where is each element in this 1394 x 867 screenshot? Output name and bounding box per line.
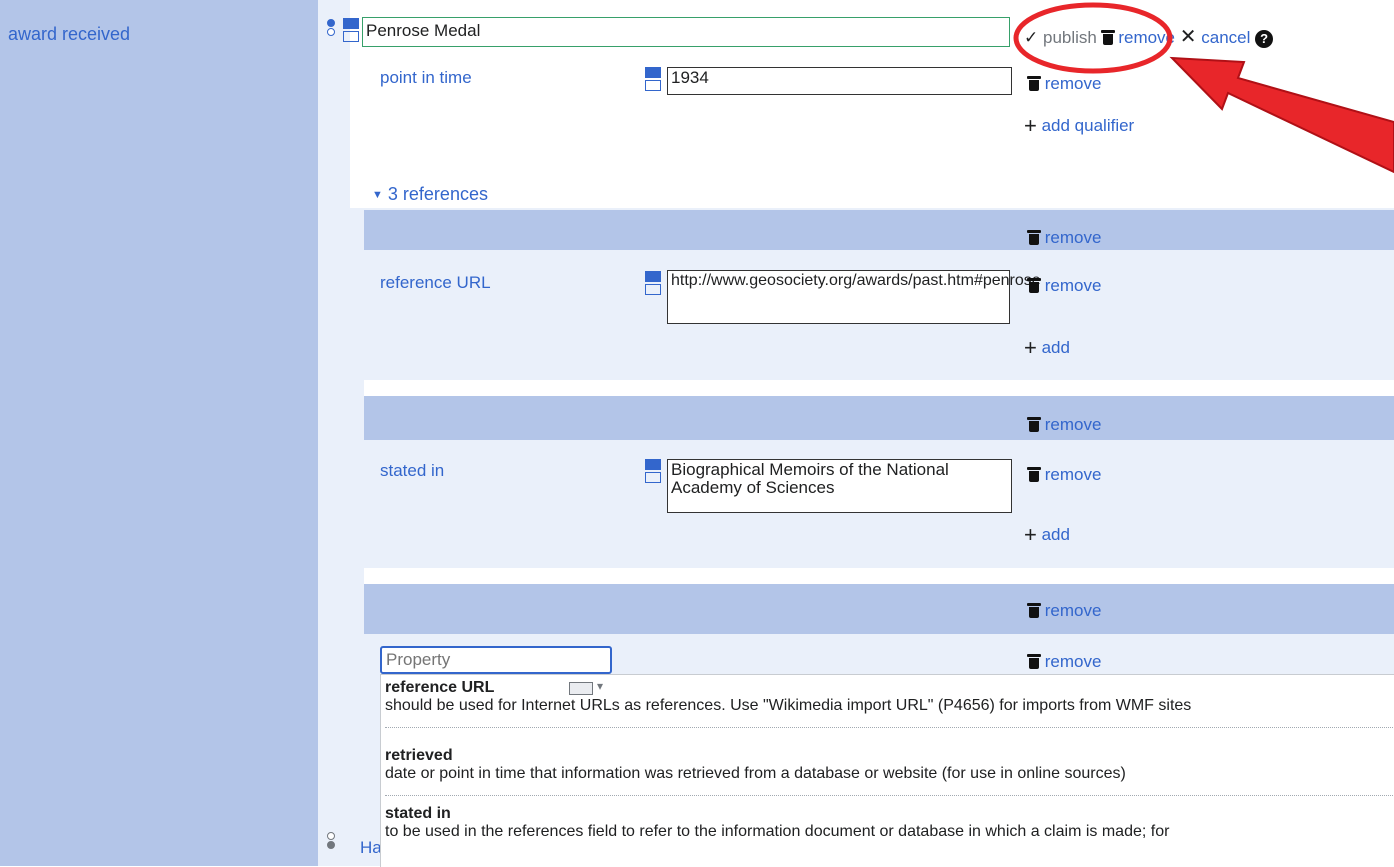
red-arrow xyxy=(1169,56,1394,174)
annotation-overlay xyxy=(1013,2,1394,174)
highlight-circle xyxy=(1013,2,1173,74)
